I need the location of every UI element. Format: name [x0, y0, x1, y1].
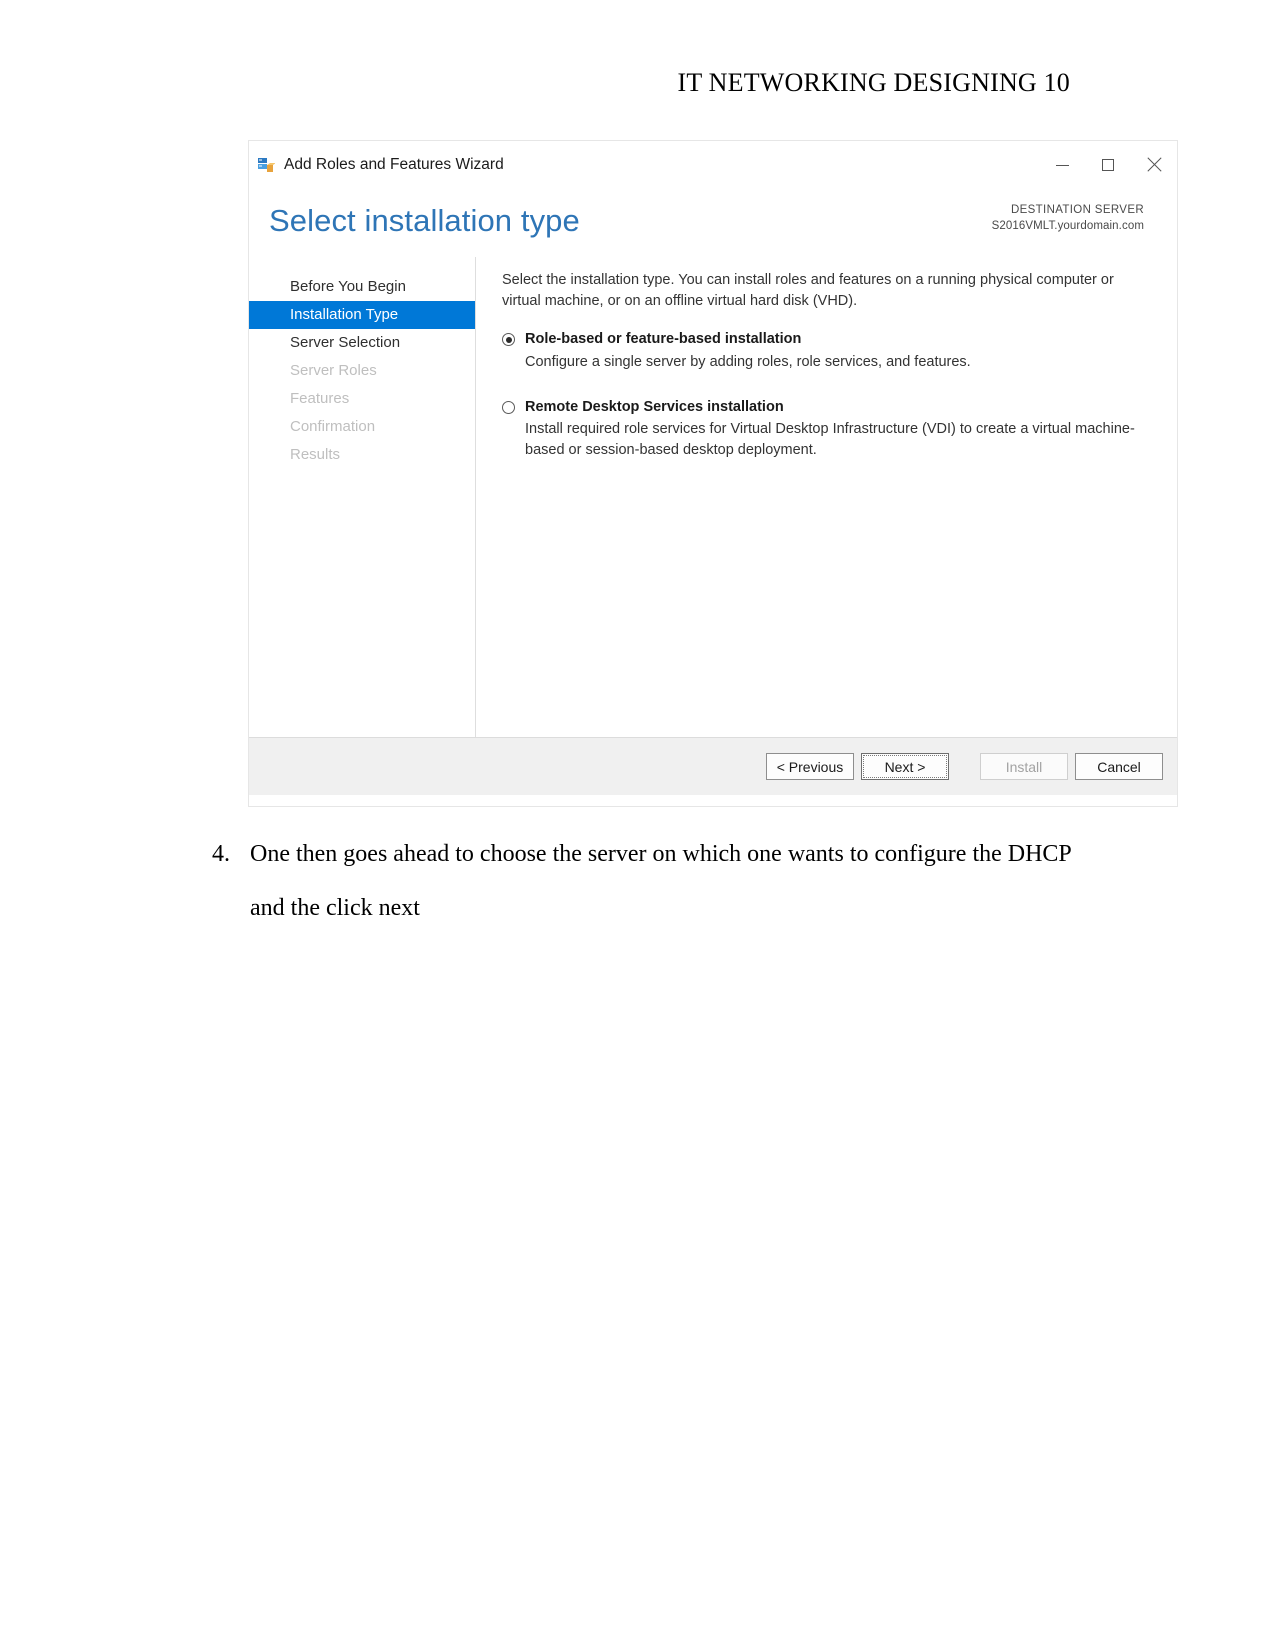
list-item-continuation: and the click next [212, 881, 1092, 935]
wizard-header: Select installation type DESTINATION SER… [249, 189, 1177, 257]
destination-server-label: DESTINATION SERVER [1010, 204, 1144, 216]
document-body: 4. One then goes ahead to choose the ser… [212, 827, 1092, 935]
nav-item-before-you-begin[interactable]: Before You Begin [249, 273, 475, 301]
list-item-number-spacer [212, 881, 250, 935]
maximize-button[interactable] [1085, 145, 1131, 185]
wizard-step-nav: Before You Begin Installation Type Serve… [249, 257, 476, 737]
list-item-number: 4. [212, 841, 230, 867]
destination-server-name: S2016VMLT.yourdomain.com [991, 219, 1144, 232]
install-button: Install [980, 753, 1068, 780]
option-remote-desktop[interactable]: Remote Desktop Services installation [502, 398, 1153, 417]
option-remote-desktop-label: Remote Desktop Services installation [525, 398, 784, 415]
window-title: Add Roles and Features Wizard [284, 156, 504, 173]
radio-unselected-icon[interactable] [502, 400, 515, 414]
minimize-icon [1055, 164, 1069, 166]
option-role-based-label: Role-based or feature-based installation [525, 331, 802, 348]
close-button[interactable] [1131, 145, 1177, 185]
nav-item-installation-type[interactable]: Installation Type [249, 301, 475, 329]
wizard-content-pane: Select the installation type. You can in… [476, 257, 1177, 737]
next-button[interactable]: Next > [861, 753, 949, 780]
nav-item-results: Results [290, 446, 341, 463]
list-item: 4. One then goes ahead to choose the ser… [212, 827, 1092, 881]
option-role-based[interactable]: Role-based or feature-based installation [502, 330, 1153, 349]
radio-selected-icon[interactable] [502, 333, 515, 347]
nav-item-features: Features [290, 390, 350, 407]
destination-server-block: DESTINATION SERVER S2016VMLT.yourdomain.… [992, 203, 1144, 234]
option-role-based-description: Configure a single server by adding role… [525, 354, 971, 370]
add-roles-features-wizard-window: Add Roles and Features Wizard Select ins… [248, 140, 1178, 807]
close-icon [1146, 157, 1162, 173]
list-item-line-2: and the click next [250, 895, 420, 921]
window-titlebar: Add Roles and Features Wizard [249, 141, 1177, 189]
list-item-line-1: One then goes ahead to choose the server… [250, 841, 1072, 867]
wizard-footer: < Previous Next > Install Cancel [249, 737, 1177, 795]
nav-item-server-roles: Server Roles [290, 362, 377, 379]
installation-type-radio-group: Role-based or feature-based installation… [502, 330, 1153, 460]
installation-type-intro: Select the installation type. You can in… [502, 272, 1114, 309]
minimize-button[interactable] [1039, 145, 1085, 185]
page-running-header: IT NETWORKING DESIGNING 10 [677, 68, 1070, 97]
window-controls [1039, 141, 1177, 189]
cancel-button[interactable]: Cancel [1075, 753, 1163, 780]
nav-item-server-selection[interactable]: Server Selection [249, 329, 475, 357]
maximize-icon [1102, 159, 1114, 171]
option-remote-desktop-description: Install required role services for Virtu… [525, 421, 1135, 458]
wizard-body: Before You Begin Installation Type Serve… [249, 257, 1177, 737]
server-manager-icon [257, 156, 276, 174]
nav-item-confirmation: Confirmation [290, 418, 376, 435]
previous-button[interactable]: < Previous [766, 753, 854, 780]
